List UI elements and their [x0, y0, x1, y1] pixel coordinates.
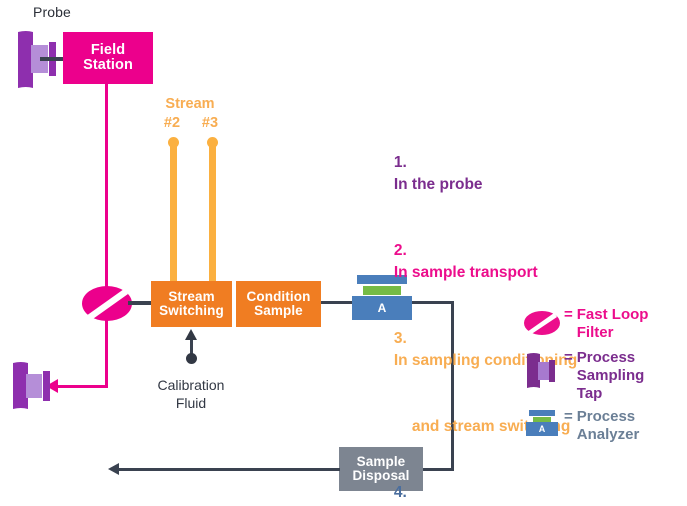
pipe-filter-to-lower-tap [56, 385, 108, 388]
step-1-number: 1. [393, 154, 407, 171]
connector-tap-to-field-station [40, 57, 63, 61]
legend-label-process-analyzer: Process Analyzer [576, 408, 640, 444]
disposal-outlet-line [118, 468, 340, 471]
process-analyzer-icon-legend: A [524, 408, 564, 440]
fast-loop-filter-icon-legend [524, 306, 564, 340]
pipe-field-station-to-filter [105, 84, 108, 304]
process-sampling-tap-icon-legend [524, 349, 564, 391]
stream-heading-label: Stream [165, 96, 215, 112]
svg-text:A: A [539, 424, 546, 434]
legend-equals-1: = [564, 306, 573, 323]
field-station-box: Field Station [63, 32, 153, 84]
disposal-outlet-arrowhead-icon [108, 463, 119, 475]
step-4-number: 4. [393, 484, 407, 501]
legend-equals-3: = [564, 408, 573, 426]
legend-row-process-sampling-tap: = Process Sampling Tap [524, 349, 687, 402]
legend-label-fast-loop-filter: Fast Loop Filter [576, 306, 649, 341]
condition-sample-label: Condition Sample [246, 288, 311, 318]
step-3-number: 3. [393, 330, 407, 347]
calibration-fluid-dot-icon [186, 353, 197, 364]
connector-filter-to-stream-switching [128, 301, 153, 305]
stream-3-line [209, 140, 216, 284]
legend-label-process-sampling-tap: Process Sampling Tap [576, 349, 645, 402]
probe-label: Probe [33, 4, 71, 20]
step-item-4: 4. In the analyzer [368, 460, 577, 506]
step-2-text: In sample transport [393, 264, 538, 281]
step-item-1: 1. In the probe [368, 130, 577, 218]
legend-row-process-analyzer: A = Process Analyzer [524, 408, 687, 443]
legend: = Fast Loop Filter = Process Sampling Tap [524, 306, 687, 444]
stream-switching-label: Stream Switching [159, 288, 224, 318]
stream-switching-box: Stream Switching [151, 281, 232, 327]
pipe-filter-down [105, 320, 108, 388]
legend-row-fast-loop-filter: = Fast Loop Filter [524, 306, 687, 341]
process-sampling-tap-icon-bottom [10, 360, 58, 412]
diagram-canvas: Probe Field Station Stream #2 #3 Stream … [0, 0, 687, 506]
fast-loop-filter-icon-main [82, 286, 132, 321]
stream-2-label: #2 [163, 115, 181, 131]
step-1-text: In the probe [393, 176, 483, 193]
calibration-fluid-arrowhead-icon [185, 329, 197, 340]
legend-equals-2: = [564, 349, 573, 367]
condition-sample-box: Condition Sample [236, 281, 321, 327]
step-item-2: 2. In sample transport [368, 218, 577, 306]
calibration-fluid-label: Calibration Fluid [157, 377, 225, 411]
field-station-label: Field Station [83, 41, 133, 73]
connector-condition-to-analyzer [321, 301, 354, 304]
stream-2-line [170, 140, 177, 284]
stream-3-label: #3 [201, 115, 219, 131]
step-2-number: 2. [393, 242, 407, 259]
